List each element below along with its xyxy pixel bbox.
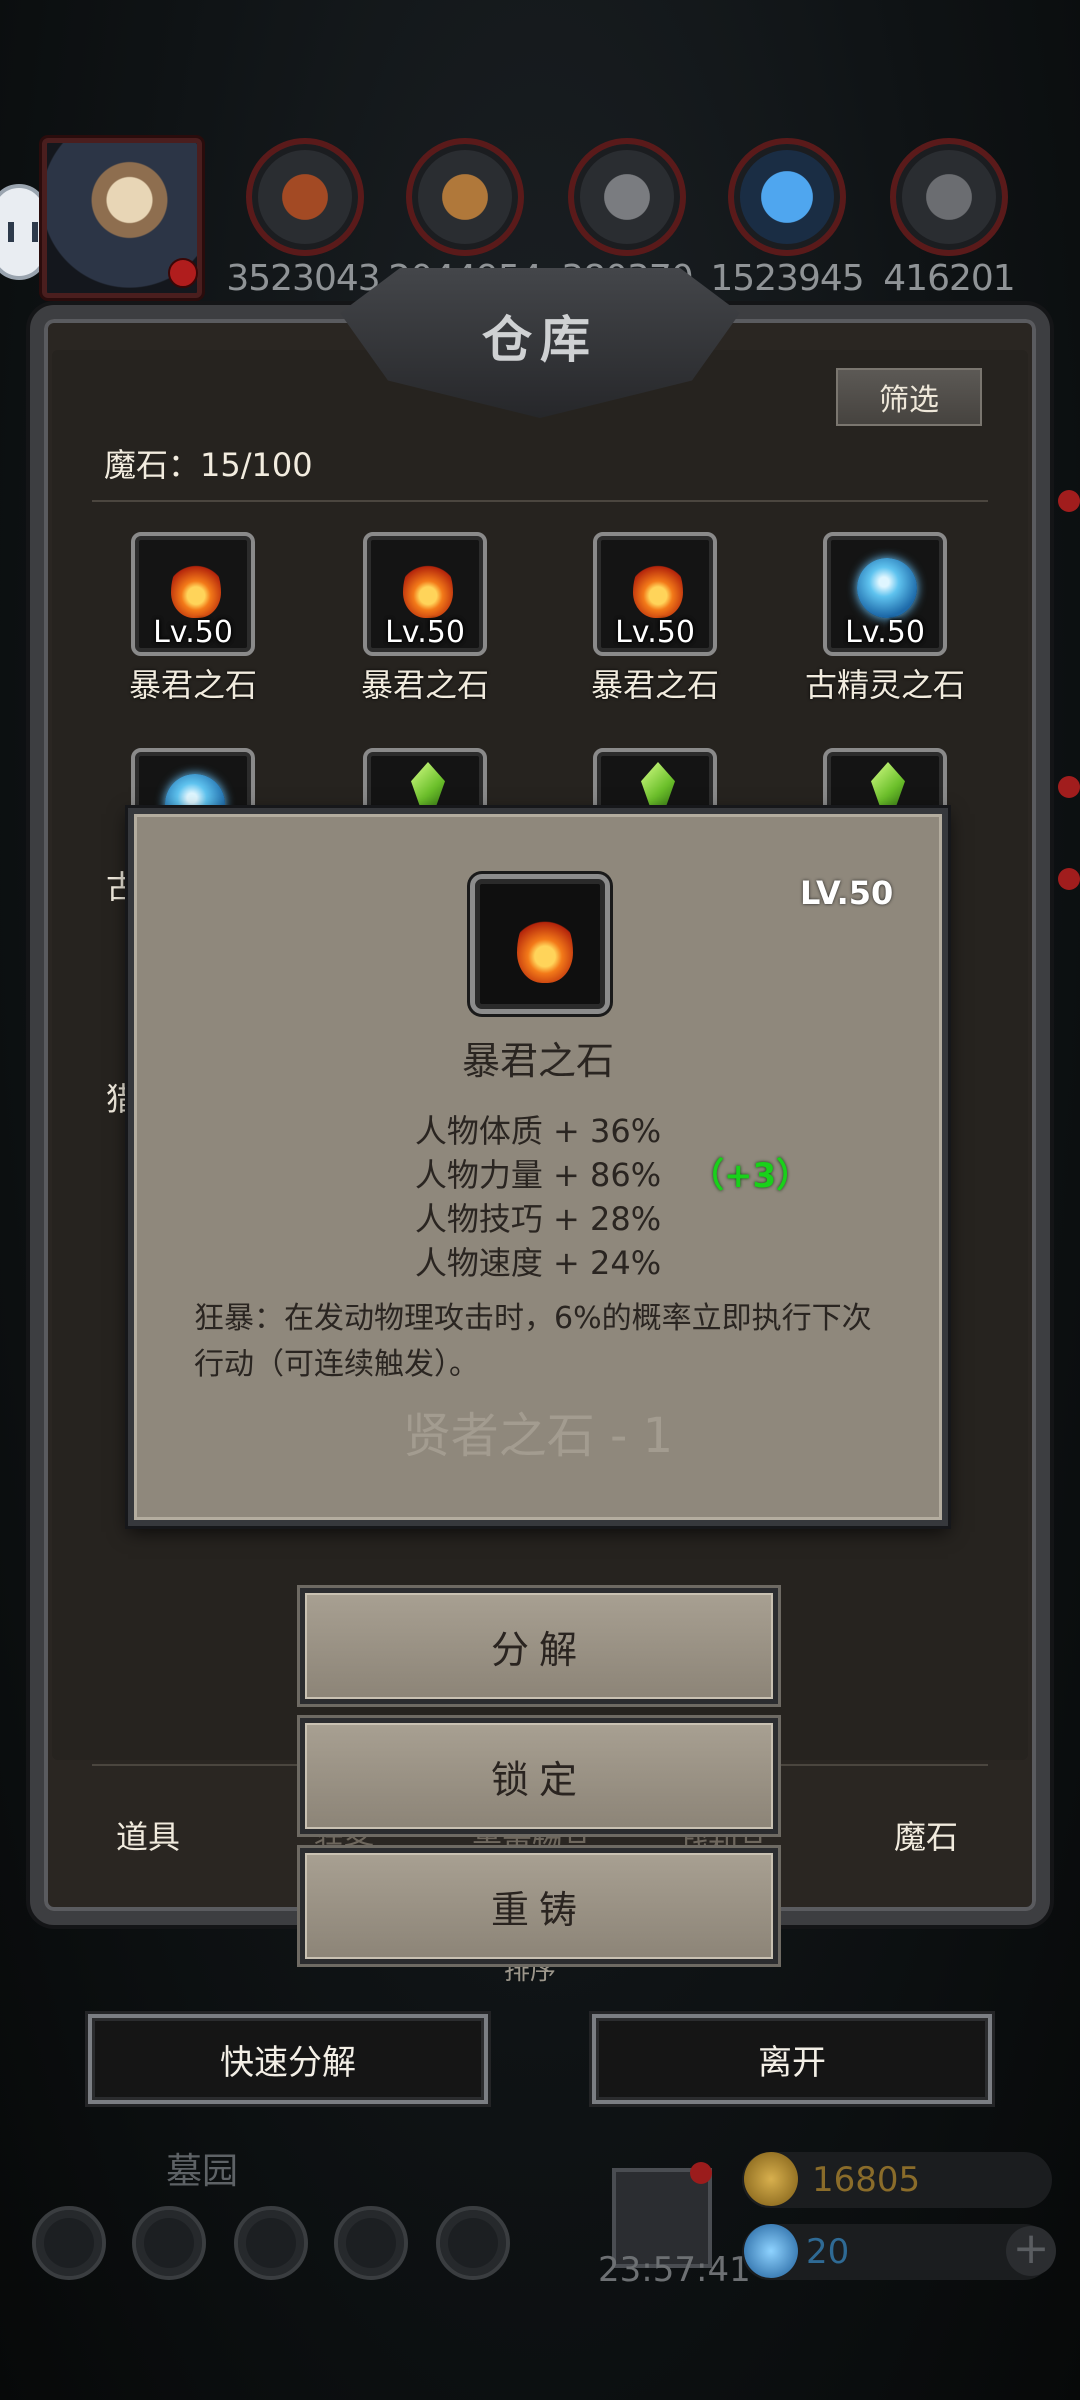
menu-icon[interactable]	[234, 2206, 308, 2280]
popup-faded-text: 贤者之石 - 1	[402, 1408, 674, 1464]
notification-badge	[168, 258, 198, 288]
wood-icon	[406, 138, 524, 256]
item-name: 古精灵之石	[804, 666, 965, 704]
item-level: Lv.50	[385, 615, 465, 650]
item-level: Lv.50	[615, 615, 695, 650]
quick-decompose-button[interactable]: 快速分解	[88, 2014, 488, 2104]
gift-timer: 23:57:41	[598, 2250, 751, 2290]
stat-bonus: （+3）	[690, 1156, 811, 1196]
chat-toggle-button[interactable]	[0, 184, 48, 280]
crystal-value: 1523945	[710, 258, 864, 299]
popup-level: LV.50	[800, 874, 894, 912]
popup-item-name: 暴君之石	[461, 1039, 614, 1083]
fire-stone-icon	[403, 554, 453, 618]
stone-icon	[568, 138, 686, 256]
reforge-button[interactable]: 重铸	[300, 1848, 778, 1964]
item-slot: Lv.50	[823, 532, 947, 656]
add-gems-button[interactable]: +	[1006, 2226, 1056, 2276]
menu-icon[interactable]	[132, 2206, 206, 2280]
item-name: 暴君之石	[590, 666, 719, 704]
water-stone-icon	[857, 558, 917, 618]
tab-items[interactable]: 道具	[116, 1812, 180, 1858]
popup-description: 狂暴：在发动物理攻击时，6%的概率立即执行下次行动（可连续触发）。	[194, 1301, 872, 1382]
meat-value: 3523043	[226, 258, 380, 299]
tab-magic-stones[interactable]: 魔石	[894, 1812, 958, 1858]
stone-count: 魔石：15/100	[104, 446, 313, 484]
fire-stone-icon	[633, 554, 683, 618]
leave-button[interactable]: 离开	[592, 2014, 992, 2104]
stat-line: 人物技巧 + 28%	[414, 1200, 662, 1238]
fire-stone-icon	[517, 907, 573, 983]
stat-line: 人物体质 + 36%	[414, 1112, 662, 1150]
settings-gear-icon[interactable]	[32, 2206, 106, 2280]
iron-value: 416201	[883, 258, 1015, 299]
notification-dot	[1058, 490, 1080, 512]
crystal-icon	[728, 138, 846, 256]
item-slot: Lv.50	[131, 532, 255, 656]
gem-value: 20	[806, 2232, 850, 2272]
stat-line: 人物速度 + 24%	[414, 1244, 662, 1282]
item-slot: Lv.50	[363, 532, 487, 656]
stat-line: 人物力量 + 86%	[414, 1156, 662, 1194]
item-level: Lv.50	[845, 615, 925, 650]
item-level: Lv.50	[153, 615, 233, 650]
item-name: 暴君之石	[360, 666, 489, 704]
notification-dot	[690, 2162, 712, 2184]
notification-dot	[1058, 868, 1080, 890]
green-stone-icon	[641, 762, 675, 810]
green-stone-icon	[411, 762, 445, 810]
inventory-item[interactable]: Lv.50 暴君之石	[560, 532, 750, 706]
meat-icon	[246, 138, 364, 256]
filter-button[interactable]: 筛选	[836, 368, 982, 426]
gold-coin-icon	[744, 2152, 798, 2206]
notification-dot	[1058, 776, 1080, 798]
gem-icon	[744, 2224, 798, 2278]
item-slot: Lv.50	[593, 532, 717, 656]
green-stone-icon	[871, 762, 905, 810]
iron-icon	[890, 138, 1008, 256]
warehouse-title: 仓库	[482, 311, 598, 369]
item-name: 暴君之石	[128, 666, 257, 704]
fire-stone-icon	[171, 554, 221, 618]
lock-button[interactable]: 锁定	[300, 1718, 778, 1834]
decompose-button[interactable]: 分解	[300, 1588, 778, 1704]
inventory-item[interactable]: Lv.50 古精灵之石	[790, 532, 980, 706]
gold-value: 16805	[812, 2160, 921, 2200]
location-label: 墓园	[166, 2151, 239, 2192]
popup-item-slot	[470, 874, 610, 1014]
mail-icon[interactable]	[334, 2206, 408, 2280]
inventory-item[interactable]: Lv.50 暴君之石	[98, 532, 288, 706]
inventory-item[interactable]: Lv.50 暴君之石	[330, 532, 520, 706]
menu-icon[interactable]	[436, 2206, 510, 2280]
divider	[92, 500, 988, 502]
